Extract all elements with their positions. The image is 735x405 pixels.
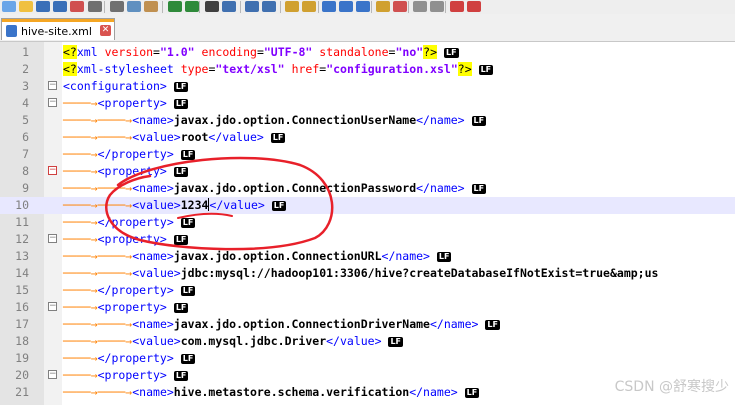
hand-drawn-circle — [105, 156, 334, 251]
red-circle-annotation — [105, 156, 334, 251]
watermark: CSDN @舒寒搜少 — [614, 379, 729, 395]
hand-drawn-underline — [177, 212, 233, 219]
